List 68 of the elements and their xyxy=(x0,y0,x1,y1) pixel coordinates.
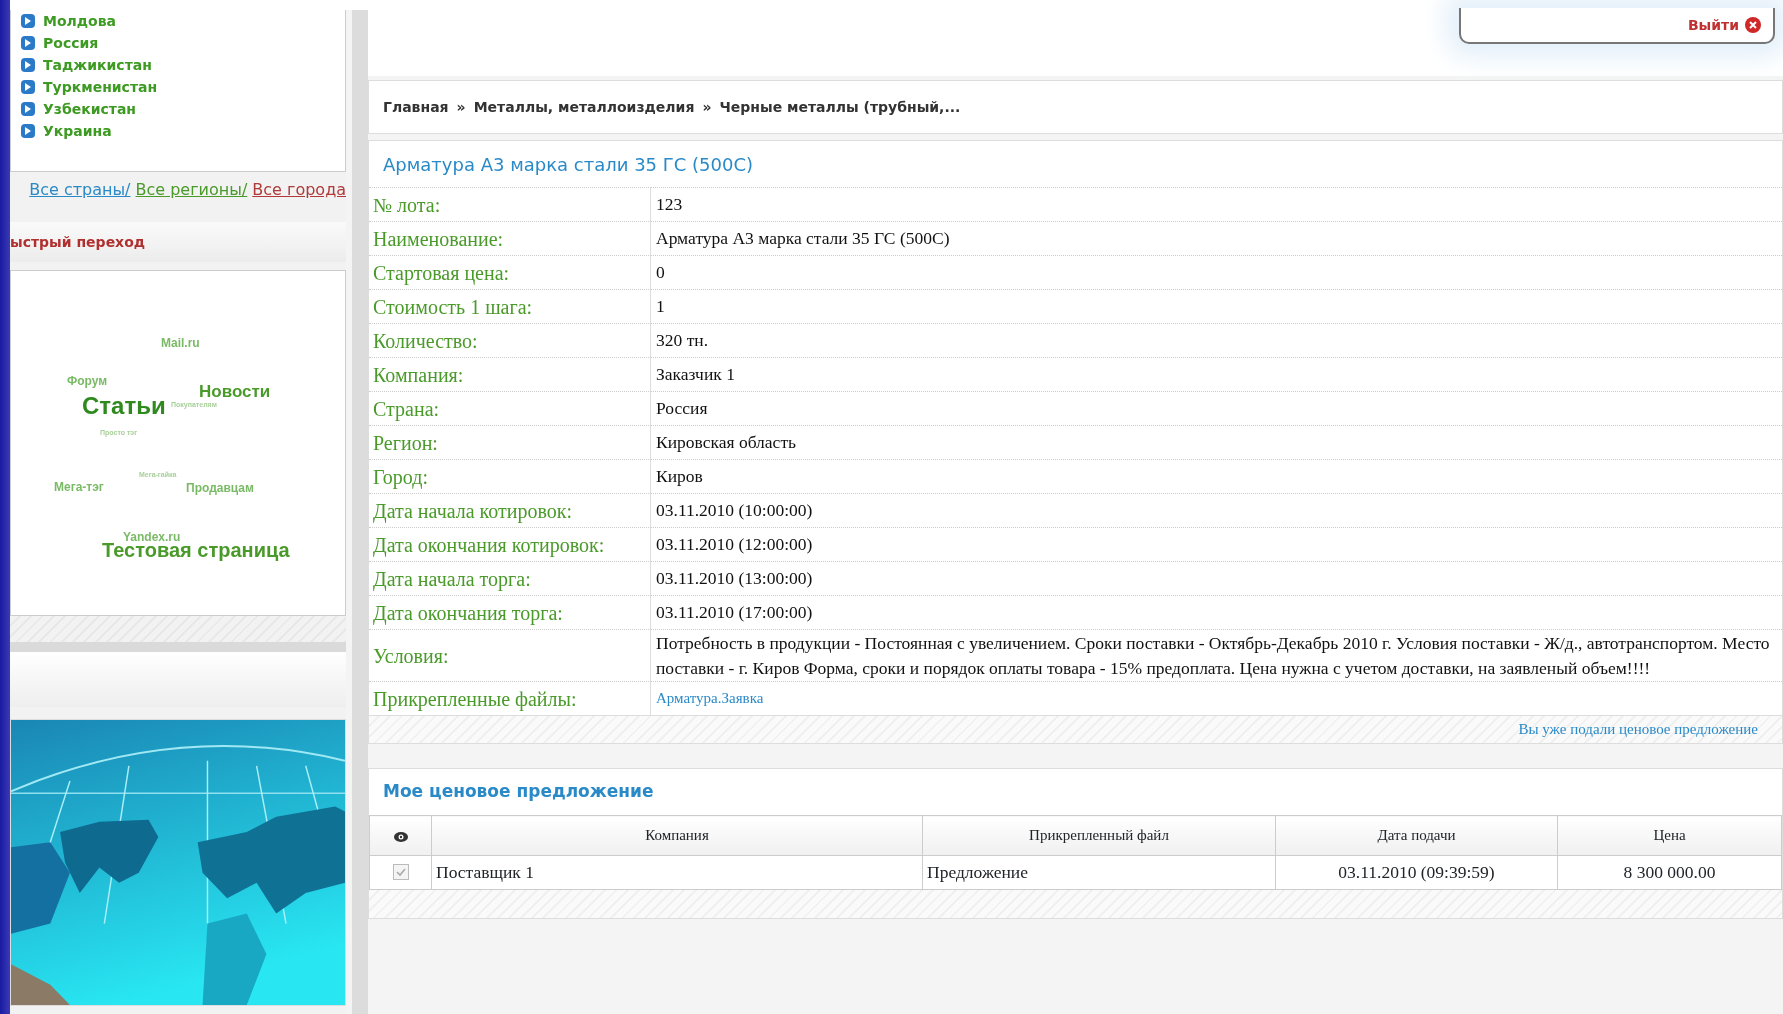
filter-link[interactable]: Все страны/ xyxy=(29,180,131,199)
field-value: Заказчик 1 xyxy=(656,363,735,387)
table-cell: Поставщик 1 xyxy=(431,855,923,890)
eye-icon xyxy=(393,830,408,843)
field-label: Условия: xyxy=(373,643,449,669)
field-label: Стоимость 1 шага: xyxy=(373,294,533,320)
panel-title: Арматура А3 марка стали 35 ГС (500С) xyxy=(383,152,753,177)
tag-link[interactable]: Форум xyxy=(67,375,108,389)
field-value: 1 xyxy=(656,295,665,319)
field-label: № лота: xyxy=(373,192,441,218)
tag-link[interactable]: Продавцам xyxy=(186,482,254,496)
field-label: Дата начала котировок: xyxy=(373,498,573,525)
field-value: 03.11.2010 (12:00:00) xyxy=(656,533,813,557)
field-value: Россия xyxy=(656,397,708,421)
field-value: Кировская область xyxy=(656,431,796,455)
tag-link[interactable]: Статьи xyxy=(82,393,166,420)
check-icon xyxy=(394,866,407,879)
close-icon xyxy=(1745,17,1761,33)
column-header: Компания xyxy=(431,815,923,856)
field-label: Город: xyxy=(373,464,428,491)
field-label: Дата начала торга: xyxy=(373,566,531,593)
section-title: ыстрый переход xyxy=(10,232,146,252)
field-value: 03.11.2010 (13:00:00) xyxy=(656,567,813,591)
field-label: Наименование: xyxy=(373,226,504,252)
checkbox[interactable] xyxy=(392,864,409,881)
field-label: Регион: xyxy=(373,430,438,456)
file-link[interactable]: Арматура.Заявка xyxy=(656,688,764,709)
table-cell: 03.11.2010 (09:39:59) xyxy=(1275,855,1558,890)
field-label: Дата окончания котировок: xyxy=(373,532,605,559)
country-link[interactable]: Таджикистан xyxy=(43,54,152,76)
logout-button[interactable]: Выйти xyxy=(1459,8,1775,44)
field-value: 03.11.2010 (10:00:00) xyxy=(656,499,813,523)
field-value: 0 xyxy=(656,261,665,285)
field-label: Страна: xyxy=(373,396,440,423)
panel-title: Мое ценовое предложение xyxy=(383,780,654,804)
filter-link[interactable]: Все регионы/ xyxy=(135,180,248,199)
field-label: Компания: xyxy=(373,362,464,388)
breadcrumb-separator: » xyxy=(702,97,712,117)
breadcrumb-separator: » xyxy=(456,97,466,117)
table-cell: 8 300 000.00 xyxy=(1557,855,1782,890)
field-value: 03.11.2010 (17:00:00) xyxy=(656,601,813,625)
breadcrumb-link[interactable]: Черные металлы (трубный,... xyxy=(719,96,961,118)
country-link[interactable]: Туркменистан xyxy=(43,76,158,98)
field-label: Дата окончания торга: xyxy=(373,600,563,627)
tag-link[interactable]: Mail.ru xyxy=(161,337,200,351)
field-label: Прикрепленные файлы: xyxy=(373,686,577,713)
field-value: Киров xyxy=(656,465,703,489)
tag-link[interactable]: Yandex.ru xyxy=(123,531,181,545)
field-value: 123 xyxy=(656,193,683,217)
breadcrumb-link[interactable]: Металлы, металлоизделия xyxy=(473,96,695,118)
column-header: Цена xyxy=(1557,815,1782,856)
field-value: 320 тн. xyxy=(656,329,708,353)
field-label: Количество: xyxy=(373,328,478,354)
filter-link[interactable]: Все города xyxy=(252,180,346,199)
field-label: Стартовая цена: xyxy=(373,260,510,287)
table-cell: Предложение xyxy=(922,855,1276,890)
notice-link[interactable]: Вы уже подали ценовое предложение xyxy=(1518,721,1758,737)
tag-link[interactable]: Новости xyxy=(199,383,271,402)
country-link[interactable]: Украина xyxy=(43,120,112,142)
field-value: Потребность в продукции - Постоянная с увеличением. Сроки поставки - Октябрь-Декабрь 2010 г. Условия поставки - Ж/д., автотранспортом. Место поставки - г. Киров Форма, сроки и порядок оплаты товара - 15% предоплата. Цена нужна с учетом доставки, на заявленый объем!!!! xyxy=(656,632,1771,680)
tag-link[interactable]: Мега-тэг xyxy=(54,481,104,495)
country-link[interactable]: Россия xyxy=(43,32,99,54)
country-link[interactable]: Узбекистан xyxy=(43,98,137,120)
field-value: Арматура А3 марка стали 35 ГС (500С) xyxy=(656,227,950,251)
country-link[interactable]: Молдова xyxy=(43,10,117,32)
column-header: Прикрепленный файл xyxy=(922,815,1276,856)
column-header: Дата подачи xyxy=(1275,815,1558,856)
breadcrumb-link[interactable]: Главная xyxy=(383,96,449,118)
